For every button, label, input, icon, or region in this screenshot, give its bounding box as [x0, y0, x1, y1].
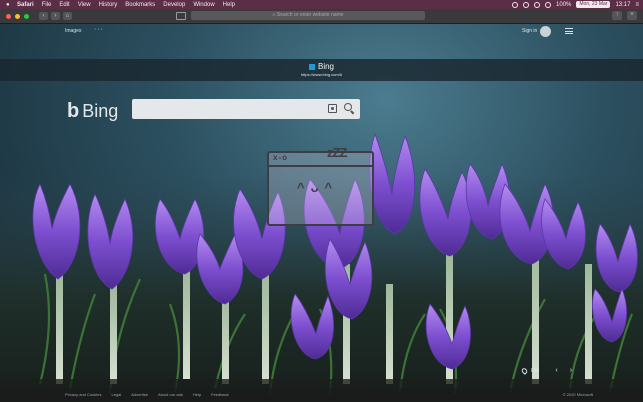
sidebar-toggle-icon[interactable]: [176, 12, 186, 20]
menu-develop[interactable]: Develop: [163, 2, 185, 8]
menubar: ● Safari File Edit View History Bookmark…: [0, 0, 643, 9]
menu-edit[interactable]: Edit: [59, 2, 69, 8]
footer-link-feedback[interactable]: Feedback: [211, 392, 229, 397]
battery-percent[interactable]: 100%: [556, 2, 571, 8]
status-area: 100% Mon, 23 Mar 13:17 ≡: [512, 0, 639, 9]
status-icon-3[interactable]: [534, 1, 541, 8]
overlay-xo: x-o: [273, 153, 288, 162]
safari-toolbar: ‹ › ⌂ ⌕ Search or enter website name ↑ +: [0, 9, 643, 24]
footer-link-legal[interactable]: Legal: [111, 392, 121, 397]
menu-safari[interactable]: Safari: [17, 2, 34, 8]
status-icon-2[interactable]: [523, 1, 530, 8]
copyright: © 2020 Microsoft: [562, 392, 593, 397]
menu-bookmarks[interactable]: Bookmarks: [125, 2, 155, 8]
date-badge[interactable]: Mon, 23 Mar: [576, 1, 611, 8]
share-icon[interactable]: ↑: [612, 11, 622, 20]
banner-title-text: Bing: [317, 62, 334, 71]
menu-file[interactable]: File: [42, 2, 52, 8]
footer-link-privacy[interactable]: Privacy and Cookies: [65, 392, 101, 397]
clock[interactable]: 13:17: [615, 2, 630, 8]
zoom-window-button[interactable]: [24, 13, 29, 19]
apple-icon[interactable]: ●: [6, 2, 13, 8]
close-window-button[interactable]: [6, 13, 11, 19]
menu-help[interactable]: Help: [223, 2, 235, 8]
sign-in-link[interactable]: Sign in: [522, 28, 537, 34]
banner-title: Bing: [0, 62, 643, 71]
sleeping-tab-overlay: x-o zZZ ^ᴗ^: [267, 145, 374, 226]
bing-favicon-icon: [308, 63, 315, 70]
back-button[interactable]: ‹: [39, 12, 48, 20]
bing-b-icon: b: [67, 100, 80, 122]
menu-view[interactable]: View: [78, 2, 91, 8]
image-info: Info ‹ ›: [520, 366, 572, 375]
home-icon[interactable]: ⌂: [63, 12, 72, 20]
images-link[interactable]: Images: [65, 28, 81, 34]
toolbar-right: ↑ +: [612, 11, 637, 20]
search-box: [132, 99, 360, 119]
forward-button[interactable]: ›: [51, 12, 60, 20]
new-tab-icon[interactable]: +: [627, 11, 637, 20]
menu-window[interactable]: Window: [193, 2, 214, 8]
address-placeholder: Search or enter website name: [276, 12, 344, 18]
overlay-header: x-o zZZ: [269, 145, 372, 167]
banner-url: https://www.bing.com/#: [300, 72, 343, 77]
minimize-window-button[interactable]: [15, 13, 20, 19]
menu-history[interactable]: History: [99, 2, 118, 8]
bing-logo-text: Bing: [82, 101, 119, 121]
bing-logo[interactable]: b Bing: [67, 100, 118, 123]
wifi-icon[interactable]: [545, 1, 552, 8]
sleeping-face-icon: ^ᴗ^: [297, 180, 339, 195]
info-label[interactable]: Info: [531, 368, 539, 374]
search-icon[interactable]: [344, 103, 352, 111]
bing-footer: Privacy and Cookies Legal Advertise Abou…: [0, 388, 643, 402]
visual-search-icon[interactable]: [328, 104, 337, 113]
avatar[interactable]: [540, 26, 551, 37]
hamburger-menu-icon[interactable]: [565, 28, 573, 34]
bing-topbar: Images ··· Sign in: [0, 24, 643, 41]
bing-homepage: Images ··· Sign in Bing https://www.bing…: [0, 24, 643, 402]
site-banner: Bing https://www.bing.com/#: [0, 59, 643, 81]
location-pin-icon: [520, 366, 529, 375]
footer-links: Privacy and Cookies Legal Advertise Abou…: [65, 392, 229, 397]
control-center-icon[interactable]: ≡: [635, 2, 639, 8]
search-input[interactable]: [136, 102, 330, 118]
address-bar[interactable]: ⌕ Search or enter website name: [191, 11, 425, 20]
status-icon-1[interactable]: [512, 1, 519, 8]
footer-link-advertise[interactable]: Advertise: [131, 392, 148, 397]
footer-link-about-ads[interactable]: About our ads: [158, 392, 183, 397]
more-menu-icon[interactable]: ···: [94, 26, 104, 33]
chevron-right-icon[interactable]: ›: [570, 367, 572, 374]
chevron-left-icon[interactable]: ‹: [555, 367, 557, 374]
footer-link-help[interactable]: Help: [193, 392, 201, 397]
zzz-icon: zZZ: [327, 145, 347, 160]
